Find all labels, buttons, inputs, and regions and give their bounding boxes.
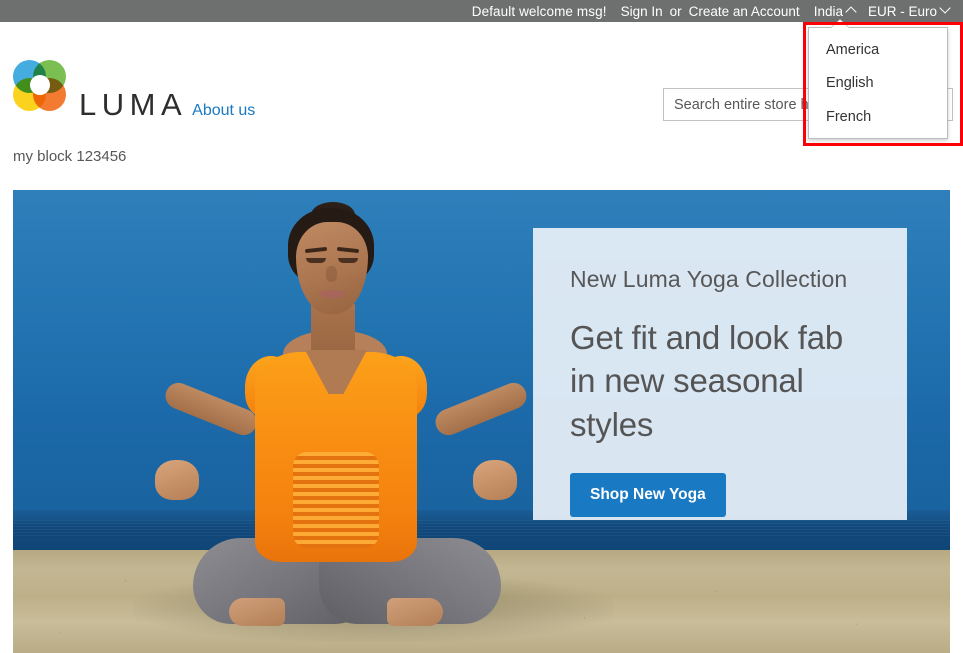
model-arm-right — [431, 378, 531, 440]
logo-area[interactable]: LUMA About us — [13, 52, 255, 122]
model-hand-left — [155, 460, 199, 500]
model-eye-right — [338, 258, 358, 263]
currency-switcher-label: EUR - Euro — [867, 3, 937, 19]
model-lips — [319, 290, 345, 298]
model-top-ruching — [293, 452, 379, 548]
model-hand-right — [473, 460, 517, 500]
language-option-french[interactable]: French — [809, 101, 947, 134]
chevron-up-icon — [845, 6, 857, 18]
model-foot-right — [387, 598, 443, 626]
model-foot-left — [229, 598, 285, 626]
logo-text: LUMA — [79, 87, 188, 122]
welcome-message: Default welcome msg! — [471, 3, 607, 19]
logo-center — [30, 75, 50, 95]
hero-model-figure — [133, 200, 563, 653]
currency-switcher[interactable]: EUR - Euro — [867, 2, 951, 19]
hero-banner[interactable]: New Luma Yoga Collection Get fit and loo… — [13, 190, 950, 653]
language-option-america[interactable]: America — [809, 34, 947, 67]
or-separator-label: or — [669, 3, 682, 19]
top-bar: Default welcome msg! Sign In or Create a… — [0, 0, 963, 22]
dropdown-arrow-icon — [831, 20, 849, 28]
about-us-link[interactable]: About us — [192, 102, 255, 120]
language-option-english[interactable]: English — [809, 67, 947, 100]
sign-in-link[interactable]: Sign In — [621, 4, 663, 19]
hero-eyebrow-text: New Luma Yoga Collection — [570, 266, 848, 292]
model-eye-left — [306, 258, 326, 263]
create-account-link[interactable]: Create an Account — [689, 4, 800, 19]
store-switcher-label: India — [813, 3, 843, 19]
model-nose — [326, 266, 337, 282]
shop-new-yoga-button[interactable]: Shop New Yoga — [570, 473, 726, 518]
language-switcher-dropdown[interactable]: America English French — [808, 20, 948, 139]
luma-flower-logo-icon — [13, 58, 66, 111]
store-language-switcher[interactable]: India — [813, 3, 857, 19]
hero-content-panel: New Luma Yoga Collection Get fit and loo… — [533, 228, 907, 520]
top-bar-links: Default welcome msg! Sign In or Create a… — [471, 2, 951, 19]
hero-title: Get fit and look fab in new seasonal sty… — [570, 318, 844, 444]
cms-block-text: my block 123456 — [13, 148, 127, 165]
chevron-down-icon — [939, 2, 951, 14]
